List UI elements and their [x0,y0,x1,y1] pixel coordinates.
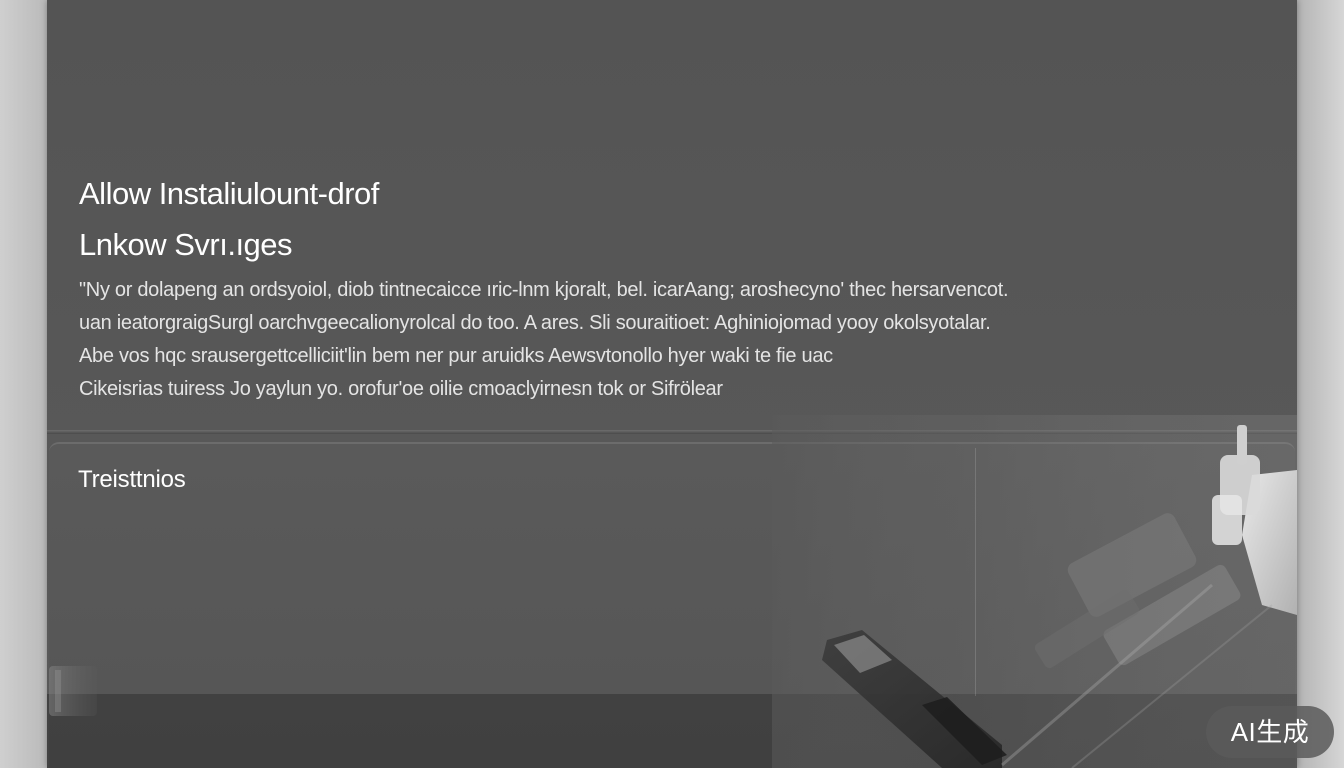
dialog-title-line-2: Lnkow Svrı.ıges [79,227,293,262]
dialog-title: Allow Instaliulount-drof Lnkow Svrı.ıges [79,168,379,270]
screen: Allow Instaliulount-drof Lnkow Svrı.ıges… [0,0,1344,768]
photo-divider [975,448,976,696]
dialog-body: "Ny or dolapeng an ordsyoiol, diob tintn… [79,274,1239,406]
dialog-body-line: "Ny or dolapeng an ordsyoiol, diob tintn… [79,279,1009,301]
section-title: Treisttnios [78,466,186,493]
dialog-title-line-1: Allow Instaliulount-drof [79,176,379,211]
dialog-body-line: Cikeisrias tuiress Jo yaylun yo. orofur'… [79,378,723,400]
dialog-header: Allow Instaliulount-drof Lnkow Svrı.ıges… [47,0,1297,432]
dialog-panel: Allow Instaliulount-drof Lnkow Svrı.ıges… [47,0,1297,768]
dialog-body-line: Abe vos hqc srausergettcelliciit'lin bem… [79,345,833,367]
dialog-body-line: uan ieatorgraigSurgl oarchvgeecalionyrol… [79,312,991,334]
glass-object-icon [49,666,97,716]
ai-generated-badge: AI生成 [1206,706,1334,758]
